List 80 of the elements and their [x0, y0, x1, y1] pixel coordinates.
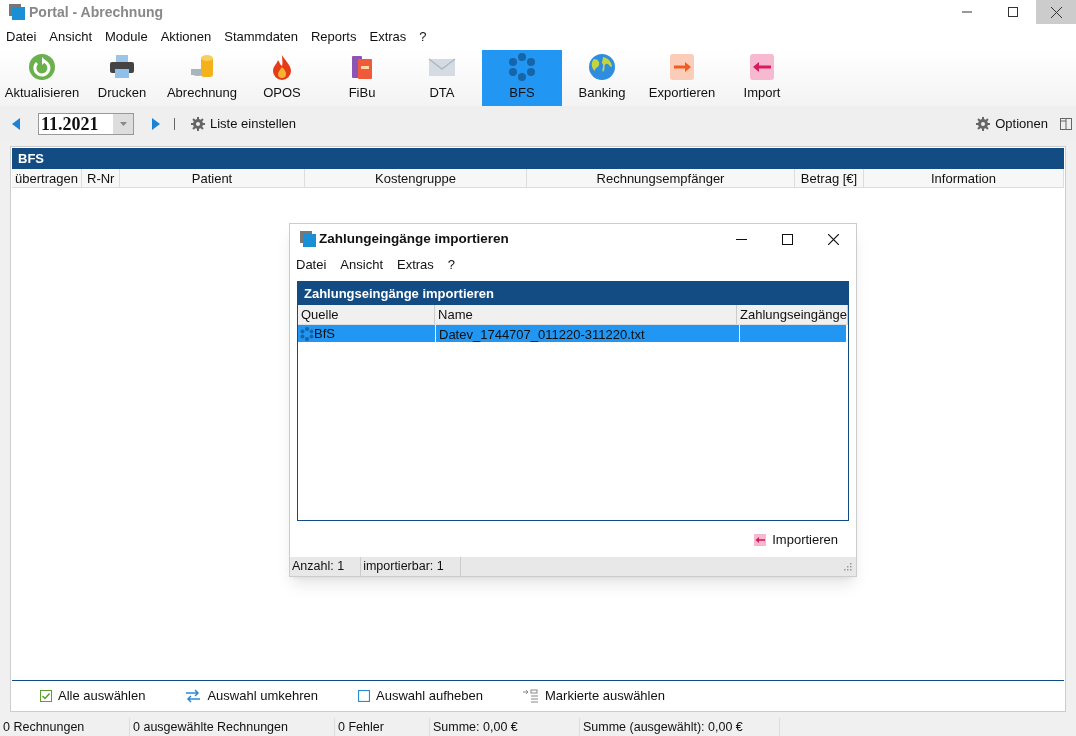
globe-icon — [588, 53, 616, 82]
column-header[interactable]: Kostengruppe — [305, 169, 527, 187]
selection-action-button[interactable]: Alle auswählen — [40, 685, 146, 706]
settings-icon — [191, 117, 205, 131]
period-dropdown[interactable]: 11.2021 — [38, 113, 134, 135]
menu-item[interactable]: Datei — [296, 255, 327, 275]
selection-action-button[interactable]: Auswahl aufheben — [358, 685, 483, 706]
menu-item[interactable]: Extras — [397, 255, 434, 275]
toolbar-button[interactable]: Aktualisieren — [2, 50, 82, 106]
menu-item[interactable]: Module — [105, 27, 148, 47]
options-button[interactable]: Optionen — [976, 114, 1048, 134]
app-icon — [300, 231, 316, 247]
menu-item[interactable]: Stammdaten — [224, 27, 298, 47]
menu-item[interactable]: ? — [419, 27, 427, 47]
menu-item[interactable]: Aktionen — [160, 27, 212, 47]
import-icon — [754, 534, 767, 546]
list-settings-button[interactable]: Liste einstellen — [191, 114, 296, 134]
column-header[interactable]: Betrag [€] — [795, 169, 864, 187]
toolbar-button[interactable]: OPOS — [242, 50, 322, 106]
export-icon — [668, 53, 696, 82]
column-header[interactable]: Zahlungseingänge — [737, 305, 848, 324]
close-icon — [827, 233, 839, 245]
status-text: 0 Rechnungen — [0, 717, 130, 736]
refresh-icon — [28, 53, 56, 82]
right-arrow-icon — [152, 118, 160, 130]
import-icon — [748, 53, 776, 82]
maximize-icon — [1008, 7, 1018, 17]
dialog-title: Zahlungeingänge importieren — [319, 229, 509, 248]
menu-item[interactable]: Ansicht — [49, 27, 92, 47]
import-button[interactable]: Importieren — [754, 531, 838, 549]
close-icon — [1050, 6, 1062, 18]
ring-icon — [508, 53, 536, 82]
checkbox-empty-icon — [358, 689, 370, 702]
menu-item[interactable]: ? — [447, 255, 456, 275]
menu-item[interactable]: Reports — [310, 27, 357, 47]
status-text: Summe: 0,00 € — [430, 717, 580, 736]
menu-item[interactable]: Ansicht — [340, 255, 383, 275]
table-cell: Datev_1744707_011220-311220.txt — [436, 325, 740, 342]
status-text: 0 ausgewählte Rechnungen — [130, 717, 335, 736]
toolbar-button[interactable]: Abrechnung — [162, 50, 242, 106]
ring-icon — [300, 326, 314, 341]
menu-item[interactable]: Extras — [369, 27, 407, 47]
column-header[interactable]: Quelle — [298, 305, 436, 324]
toolbar-button[interactable]: DTA — [402, 50, 482, 106]
column-header[interactable]: Name — [435, 305, 737, 324]
caret-icon — [119, 122, 127, 126]
toolbar-button[interactable]: Banking — [562, 50, 642, 106]
resize-grip-icon — [844, 562, 852, 571]
column-header[interactable]: Information — [864, 169, 1064, 187]
toolbar-button[interactable]: Drucken — [82, 50, 162, 106]
panel-title: BFS — [12, 148, 1064, 169]
selection-action-button[interactable]: Auswahl umkehren — [185, 685, 318, 706]
close-button[interactable] — [1036, 0, 1076, 24]
table-cell-text: BfS — [314, 324, 335, 343]
column-header[interactable]: Patient — [120, 169, 305, 187]
marked-list-icon — [523, 688, 539, 703]
status-text: Anzahl: 1 — [290, 557, 362, 576]
panel-layout-icon — [1060, 118, 1072, 130]
status-text: 0 Fehler — [335, 717, 430, 736]
maximize-icon — [781, 233, 793, 245]
table-row[interactable]: BfS Datev_1744707_011220-311220.txt — [298, 325, 846, 342]
swap-arrows-icon — [185, 688, 202, 703]
column-header[interactable]: Rechnungsempfänger — [527, 169, 795, 187]
app-icon — [9, 4, 25, 20]
column-header[interactable]: übertragen — [12, 169, 82, 187]
status-text: Summe (ausgewählt): 0,00 € — [580, 717, 780, 736]
toolbar-button[interactable]: BFS — [482, 50, 562, 106]
window-title: Portal - Abrechnung — [29, 2, 164, 22]
toolbar-button[interactable]: Import — [722, 50, 802, 106]
status-text: importierbar: 1 — [361, 557, 461, 576]
selection-action-button[interactable]: Markierte auswählen — [523, 685, 665, 706]
toolbar-button[interactable]: Exportieren — [642, 50, 722, 106]
checkbox-checked-icon — [40, 689, 52, 702]
layout-button[interactable] — [1060, 118, 1072, 130]
panel-title: Zahlungseingänge importieren — [298, 282, 848, 305]
toolbar-button[interactable]: FiBu — [322, 50, 402, 106]
left-arrow-icon — [12, 118, 20, 130]
settings-icon — [976, 117, 991, 131]
menu-item[interactable]: Datei — [6, 27, 37, 47]
column-header[interactable]: R-Nr — [82, 169, 120, 187]
